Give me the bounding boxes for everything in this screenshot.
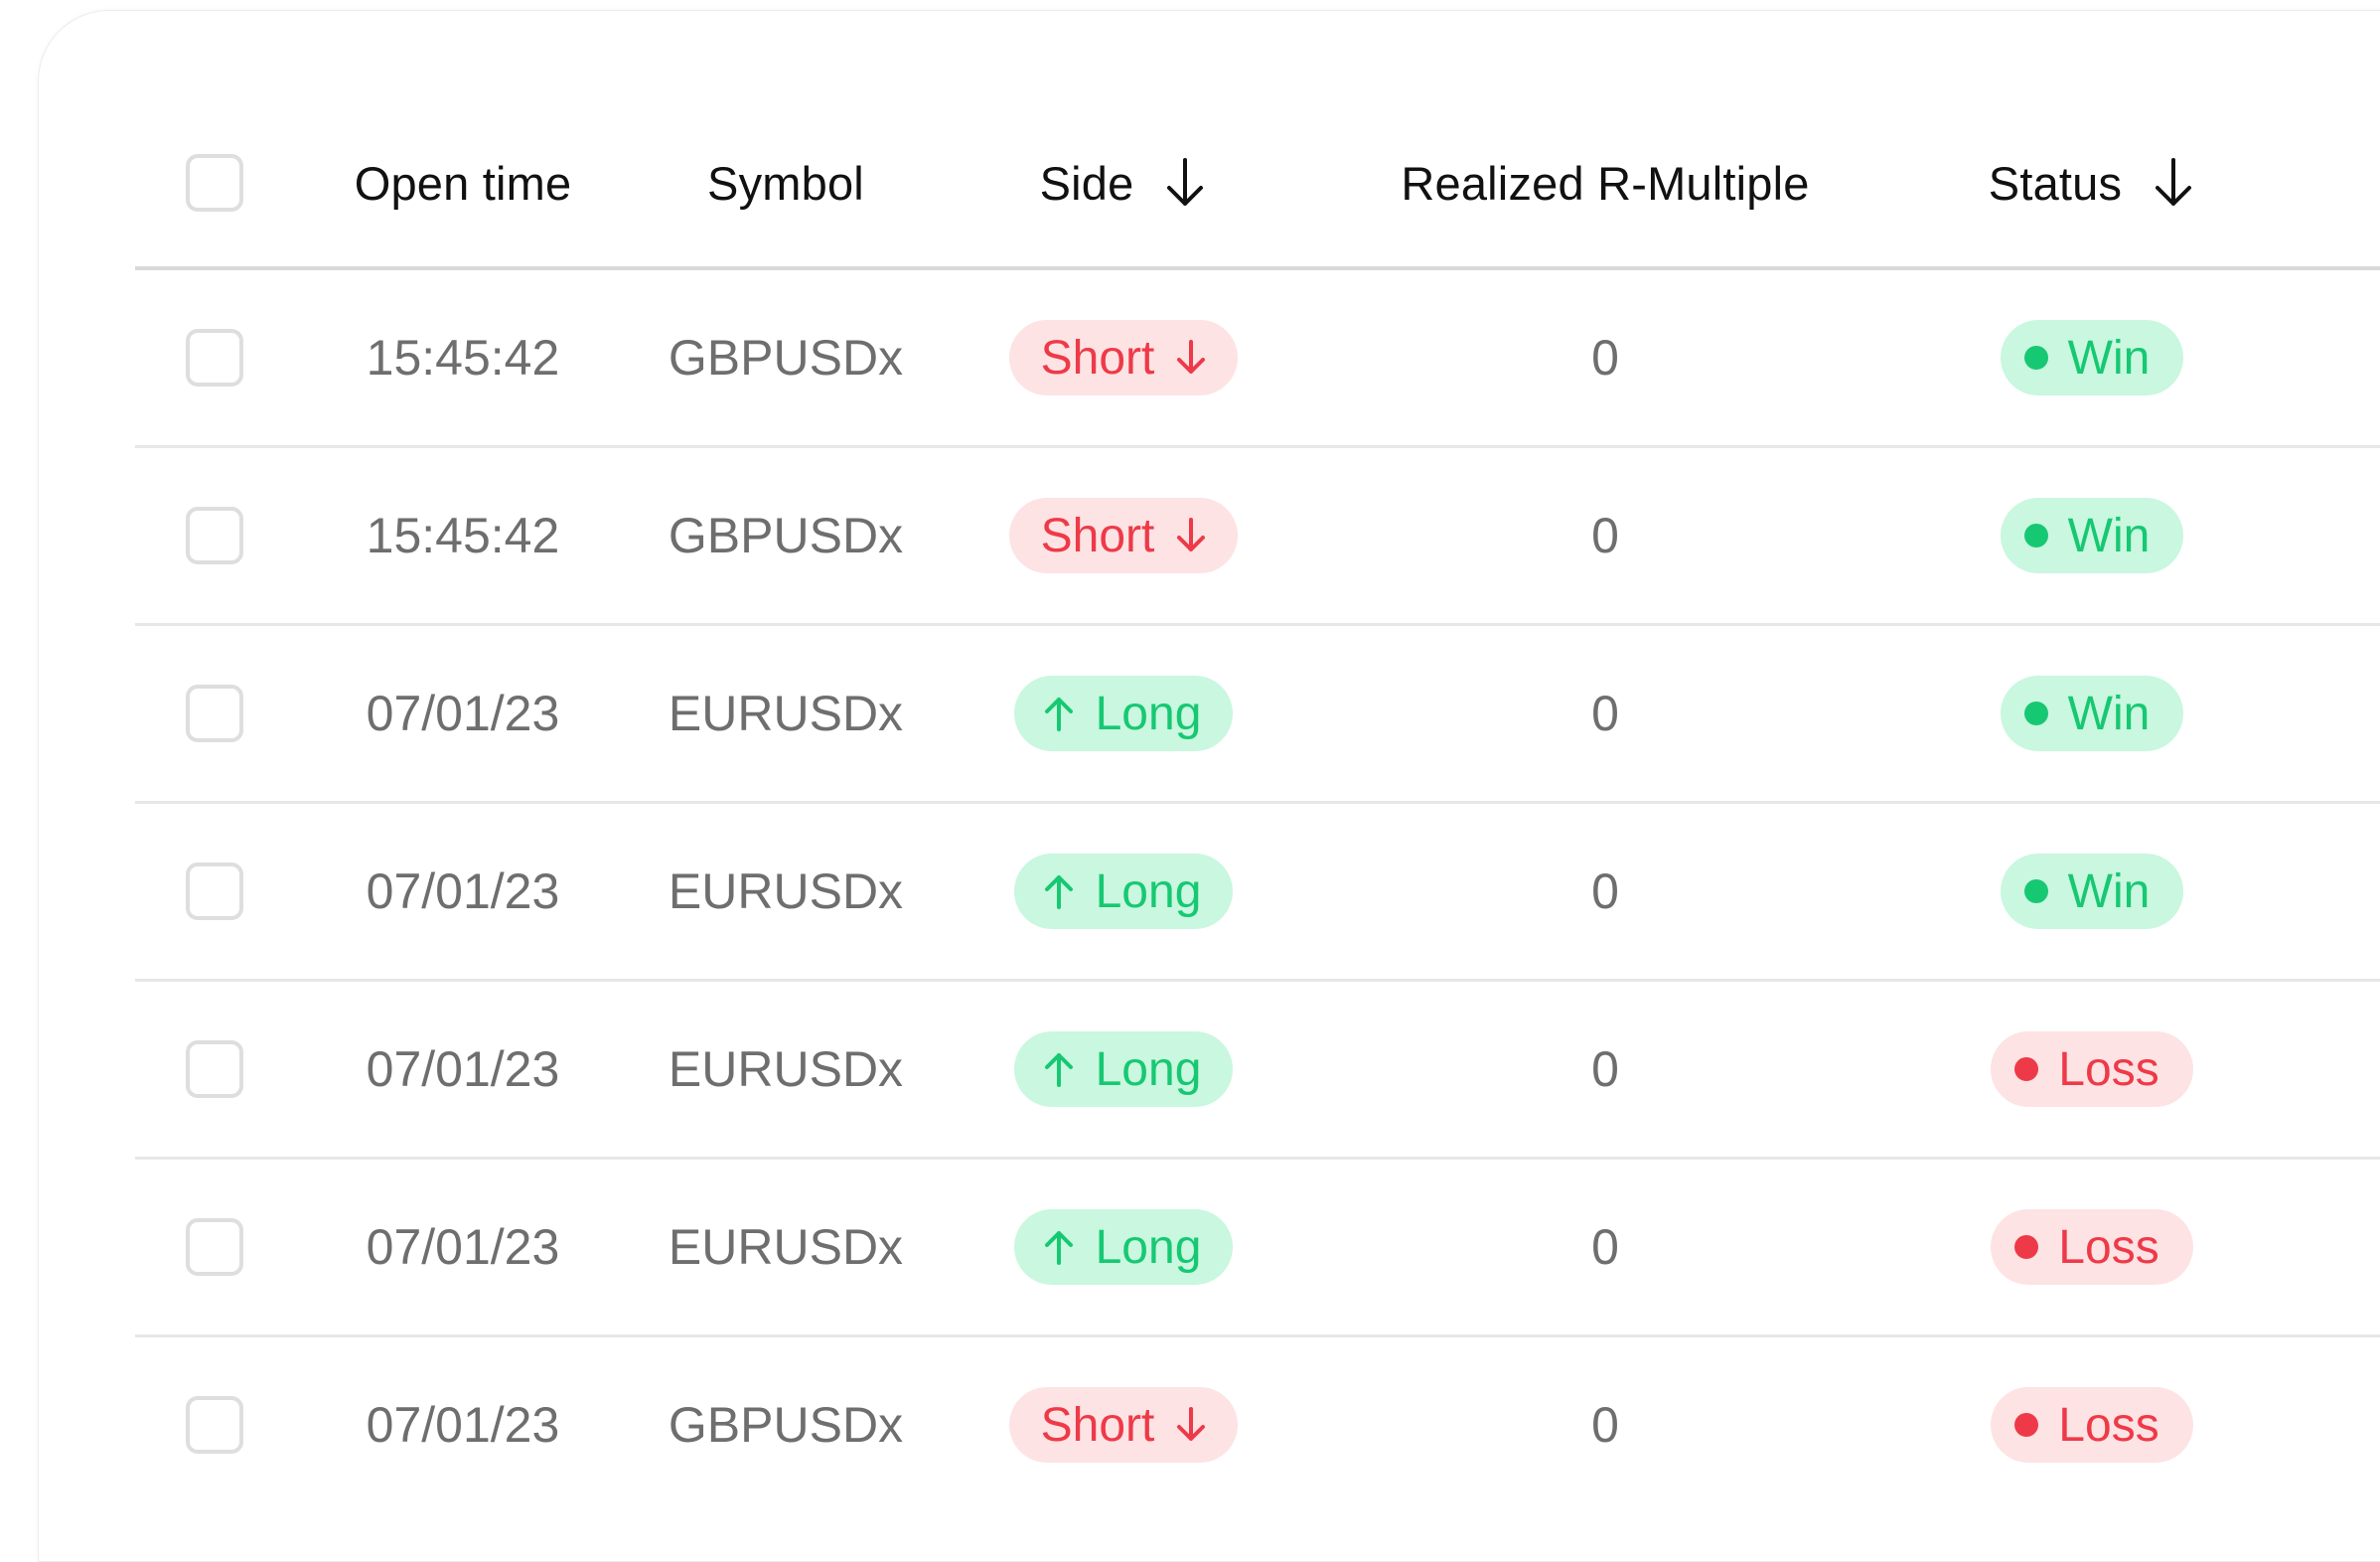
symbol-cell: GBPUSDx — [668, 330, 904, 386]
column-header-realized-r-multiple[interactable]: Realized R-Multiple — [1401, 156, 1809, 211]
side-label: Long — [1095, 687, 1202, 740]
column-header-side[interactable]: Side — [1040, 156, 1134, 211]
realized-r-cell: 0 — [1591, 508, 1619, 563]
status-badge-win: Win — [2000, 498, 2184, 573]
table-row[interactable]: 07/01/23 EURUSDx Long 0 Loss — [135, 1160, 2380, 1337]
status-label: Loss — [2058, 1220, 2159, 1274]
side-badge-short: Short — [1008, 498, 1239, 573]
realized-r-cell: 0 — [1591, 863, 1619, 919]
status-label: Loss — [2058, 1042, 2159, 1096]
row-checkbox[interactable] — [186, 329, 243, 387]
realized-r-cell: 0 — [1591, 1041, 1619, 1097]
table-row[interactable]: 15:45:42 GBPUSDx Short 0 Win — [135, 448, 2380, 626]
arrow-down-icon — [1177, 1407, 1206, 1441]
status-badge-loss: Loss — [1991, 1031, 2193, 1107]
realized-r-cell: 0 — [1591, 330, 1619, 386]
arrow-up-icon — [1044, 875, 1073, 909]
side-badge-short: Short — [1008, 1387, 1239, 1463]
status-label: Win — [2067, 509, 2151, 562]
row-checkbox[interactable] — [186, 507, 243, 564]
table-row[interactable]: 07/01/23 EURUSDx Long 0 Win — [135, 626, 2380, 804]
table-header-row: Open time Symbol Side Realized R-Multipl… — [135, 99, 2380, 270]
status-label: Win — [2067, 687, 2151, 740]
table-row[interactable]: 15:45:42 GBPUSDx Short 0 Win — [135, 270, 2380, 448]
status-badge-win: Win — [2000, 320, 2184, 395]
symbol-cell: GBPUSDx — [668, 508, 904, 563]
status-badge-loss: Loss — [1991, 1387, 2193, 1463]
symbol-cell: EURUSDx — [668, 863, 904, 919]
side-label: Long — [1095, 1042, 1202, 1096]
sort-status-arrow-down-icon[interactable] — [2152, 156, 2195, 210]
symbol-cell: GBPUSDx — [668, 1397, 904, 1453]
status-badge-loss: Loss — [1991, 1209, 2193, 1285]
dot-icon — [2023, 879, 2048, 903]
row-checkbox[interactable] — [186, 1040, 243, 1098]
row-checkbox[interactable] — [186, 1396, 243, 1454]
open-time-cell: 07/01/23 — [366, 1041, 560, 1097]
arrow-down-icon — [1177, 340, 1206, 374]
status-badge-win: Win — [2000, 676, 2184, 751]
column-header-symbol[interactable]: Symbol — [707, 156, 864, 211]
row-checkbox[interactable] — [186, 685, 243, 742]
symbol-cell: EURUSDx — [668, 1219, 904, 1275]
open-time-cell: 07/01/23 — [366, 1219, 560, 1275]
symbol-cell: EURUSDx — [668, 1041, 904, 1097]
side-label: Short — [1040, 1398, 1155, 1452]
side-badge-long: Long — [1013, 676, 1234, 751]
table-row[interactable]: 07/01/23 EURUSDx Long 0 Loss — [135, 982, 2380, 1160]
side-label: Long — [1095, 1220, 1202, 1274]
open-time-cell: 07/01/23 — [366, 686, 560, 741]
realized-r-cell: 0 — [1591, 1397, 1619, 1453]
dot-icon — [2014, 1235, 2039, 1259]
dot-icon — [2014, 1057, 2039, 1081]
dot-icon — [2023, 524, 2048, 547]
status-badge-win: Win — [2000, 854, 2184, 929]
side-label: Short — [1040, 509, 1155, 562]
side-badge-short: Short — [1008, 320, 1239, 395]
open-time-cell: 15:45:42 — [366, 508, 560, 563]
trades-table: Open time Symbol Side Realized R-Multipl… — [135, 99, 2380, 1512]
table-row[interactable]: 07/01/23 EURUSDx Long 0 Win — [135, 804, 2380, 982]
column-header-status[interactable]: Status — [1989, 156, 2122, 211]
select-all-checkbox[interactable] — [186, 154, 243, 212]
sort-side-arrow-down-icon[interactable] — [1163, 156, 1207, 210]
column-header-open-time[interactable]: Open time — [355, 156, 572, 211]
side-label: Short — [1040, 331, 1155, 385]
table-row[interactable]: 07/01/23 GBPUSDx Short 0 Loss — [135, 1337, 2380, 1512]
symbol-cell: EURUSDx — [668, 686, 904, 741]
open-time-cell: 07/01/23 — [366, 863, 560, 919]
table-body: 15:45:42 GBPUSDx Short 0 Win 15:45:42 GB… — [135, 270, 2380, 1512]
status-label: Loss — [2058, 1398, 2159, 1452]
arrow-down-icon — [1177, 518, 1206, 551]
side-badge-long: Long — [1013, 1209, 1234, 1285]
dot-icon — [2023, 346, 2048, 370]
dot-icon — [2023, 702, 2048, 725]
arrow-up-icon — [1044, 1231, 1073, 1265]
status-label: Win — [2067, 864, 2151, 918]
status-label: Win — [2067, 331, 2151, 385]
arrow-up-icon — [1044, 1053, 1073, 1087]
dot-icon — [2014, 1413, 2039, 1437]
row-checkbox[interactable] — [186, 1218, 243, 1276]
open-time-cell: 07/01/23 — [366, 1397, 560, 1453]
realized-r-cell: 0 — [1591, 1219, 1619, 1275]
realized-r-cell: 0 — [1591, 686, 1619, 741]
side-badge-long: Long — [1013, 854, 1234, 929]
open-time-cell: 15:45:42 — [366, 330, 560, 386]
row-checkbox[interactable] — [186, 862, 243, 920]
side-badge-long: Long — [1013, 1031, 1234, 1107]
arrow-up-icon — [1044, 698, 1073, 731]
side-label: Long — [1095, 864, 1202, 918]
